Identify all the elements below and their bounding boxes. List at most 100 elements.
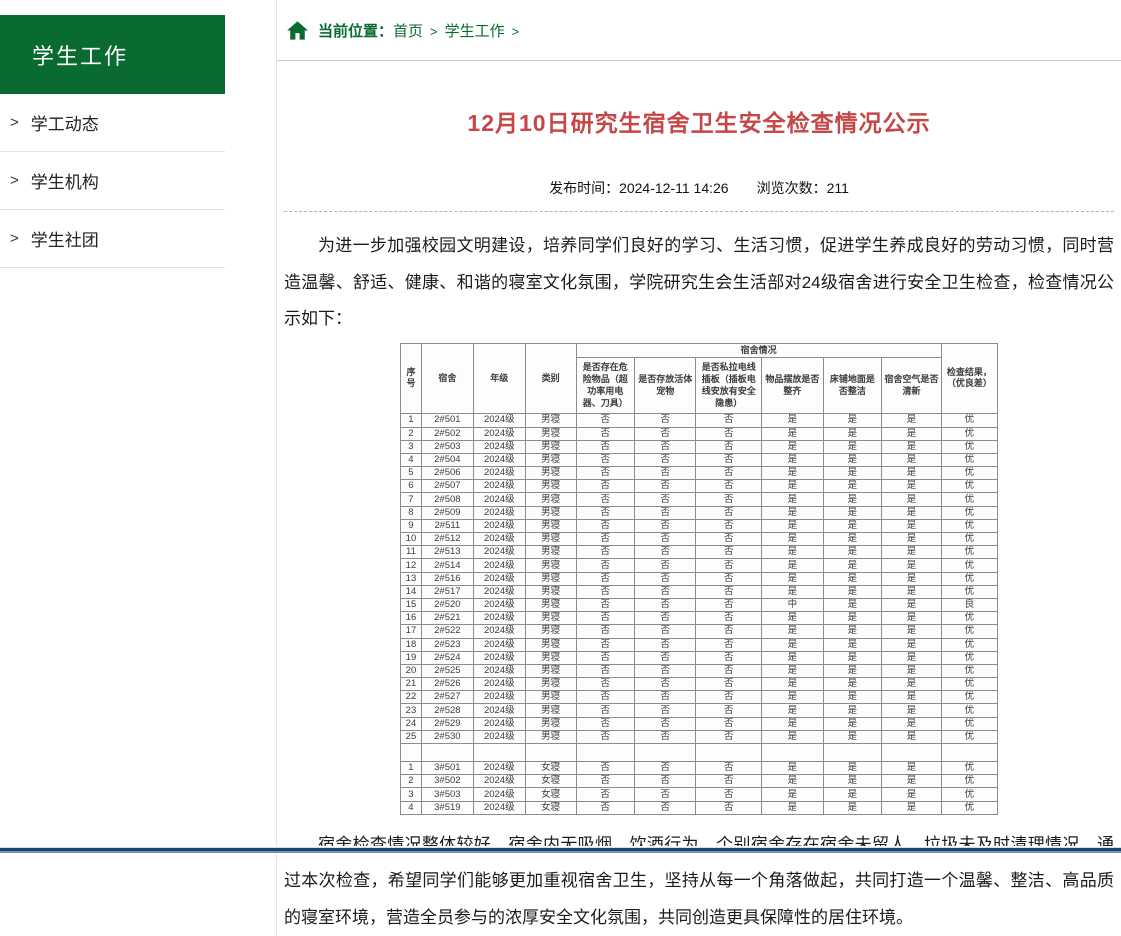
table-cell: 是 — [882, 704, 942, 717]
table-cell: 否 — [696, 704, 762, 717]
table-group-header: 宿舍情况 — [576, 343, 941, 358]
sidebar-item-xuesheng-shetuan[interactable]: >学生社团 — [0, 210, 225, 268]
table-cell: 是 — [823, 414, 882, 427]
table-cell: 是 — [762, 585, 823, 598]
table-subheader-cell: 宿舍空气是否清新 — [882, 358, 942, 414]
table-cell: 16 — [401, 612, 422, 625]
table-cell: 否 — [696, 533, 762, 546]
table-cell: 男寝 — [525, 717, 576, 730]
home-icon[interactable] — [286, 19, 309, 42]
table-cell: 否 — [576, 533, 635, 546]
table-cell: 是 — [882, 506, 942, 519]
table-cell: 2#530 — [421, 730, 473, 743]
table-cell: 否 — [696, 612, 762, 625]
table-cell: 是 — [823, 678, 882, 691]
table-cell: 优 — [941, 664, 997, 677]
inspection-table-image: 序号宿舍年级类别宿舍情况检查结果，（优良差）是否存在危险物品（超功率用电器、刀具… — [400, 343, 998, 815]
table-cell: 否 — [576, 762, 635, 775]
table-cell: 是 — [823, 704, 882, 717]
table-cell: 否 — [576, 453, 635, 466]
table-cell: 否 — [635, 638, 696, 651]
table-cell: 否 — [696, 730, 762, 743]
table-row: 32#5032024级男寝否否否是是是优 — [401, 440, 998, 453]
table-cell: 是 — [882, 467, 942, 480]
table-cell: 优 — [941, 453, 997, 466]
chevron-right-icon: > — [10, 172, 19, 189]
table-cell: 是 — [762, 664, 823, 677]
table-cell: 1 — [401, 762, 422, 775]
table-cell: 男寝 — [525, 651, 576, 664]
table-cell: 是 — [882, 427, 942, 440]
table-cell: 中 — [762, 598, 823, 611]
table-cell: 8 — [401, 506, 422, 519]
table-row: 22#5022024级男寝否否否是是是优 — [401, 427, 998, 440]
table-cell: 是 — [823, 427, 882, 440]
table-row: 12#5012024级男寝否否否是是是优 — [401, 414, 998, 427]
table-cell: 2#512 — [421, 533, 473, 546]
table-cell: 14 — [401, 585, 422, 598]
sidebar-item-xuesheng-jigou[interactable]: > 学生机构 — [0, 152, 225, 210]
table-cell: 否 — [696, 775, 762, 788]
table-cell: 是 — [882, 440, 942, 453]
table-cell: 否 — [576, 664, 635, 677]
table-cell: 优 — [941, 638, 997, 651]
table-cell: 3#502 — [421, 775, 473, 788]
table-cell: 20 — [401, 664, 422, 677]
table-cell: 否 — [635, 572, 696, 585]
breadcrumb-link-1[interactable]: 学生工作 — [445, 23, 505, 40]
table-cell: 男寝 — [525, 585, 576, 598]
table-cell: 2#525 — [421, 664, 473, 677]
table-cell: 是 — [823, 664, 882, 677]
table-cell: 2#527 — [421, 691, 473, 704]
table-row: 222#5272024级男寝否否否是是是优 — [401, 691, 998, 704]
breadcrumb-link-0[interactable]: 首页 — [393, 23, 423, 40]
table-subheader-cell: 是否私拉电线插板（插板电线安放有安全隐患） — [696, 358, 762, 414]
table-cell: 2#509 — [421, 506, 473, 519]
table-cell: 否 — [635, 493, 696, 506]
table-cell: 是 — [823, 775, 882, 788]
table-cell: 否 — [696, 493, 762, 506]
table-cell: 否 — [576, 730, 635, 743]
table-cell: 2024级 — [473, 788, 525, 801]
table-cell: 否 — [696, 638, 762, 651]
table-cell: 否 — [635, 625, 696, 638]
table-cell: 优 — [941, 625, 997, 638]
table-cell: 男寝 — [525, 691, 576, 704]
table-cell: 是 — [823, 480, 882, 493]
table-cell: 否 — [576, 480, 635, 493]
table-cell: 2024级 — [473, 664, 525, 677]
table-cell: 2#526 — [421, 678, 473, 691]
table-cell: 否 — [696, 546, 762, 559]
table-cell — [525, 744, 576, 762]
table-cell: 3 — [401, 440, 422, 453]
table-cell: 否 — [696, 506, 762, 519]
sidebar-item-xuegong-dongtai[interactable]: >学工动态 — [0, 94, 225, 152]
table-cell: 否 — [635, 533, 696, 546]
table-cell: 否 — [635, 730, 696, 743]
table-cell: 男寝 — [525, 598, 576, 611]
table-row: 102#5122024级男寝否否否是是是优 — [401, 533, 998, 546]
table-cell: 2024级 — [473, 467, 525, 480]
table-cell: 否 — [576, 519, 635, 532]
table-cell: 是 — [823, 506, 882, 519]
table-row: 162#5212024级男寝否否否是是是优 — [401, 612, 998, 625]
table-cell: 18 — [401, 638, 422, 651]
table-cell: 否 — [635, 612, 696, 625]
sidebar-item-label: 学生机构 — [31, 168, 99, 193]
table-cell: 否 — [576, 559, 635, 572]
table-cell: 是 — [823, 440, 882, 453]
table-cell: 是 — [762, 762, 823, 775]
table-cell: 是 — [882, 775, 942, 788]
table-cell: 2024级 — [473, 519, 525, 532]
table-cell: 否 — [576, 788, 635, 801]
table-cell: 2024级 — [473, 691, 525, 704]
table-cell: 优 — [941, 612, 997, 625]
table-cell: 2024级 — [473, 730, 525, 743]
table-cell: 优 — [941, 572, 997, 585]
table-row: 172#5222024级男寝否否否是是是优 — [401, 625, 998, 638]
table-row: 82#5092024级男寝否否否是是是优 — [401, 506, 998, 519]
table-cell: 2 — [401, 427, 422, 440]
table-cell: 1 — [401, 414, 422, 427]
table-cell: 男寝 — [525, 480, 576, 493]
table-cell: 是 — [823, 651, 882, 664]
